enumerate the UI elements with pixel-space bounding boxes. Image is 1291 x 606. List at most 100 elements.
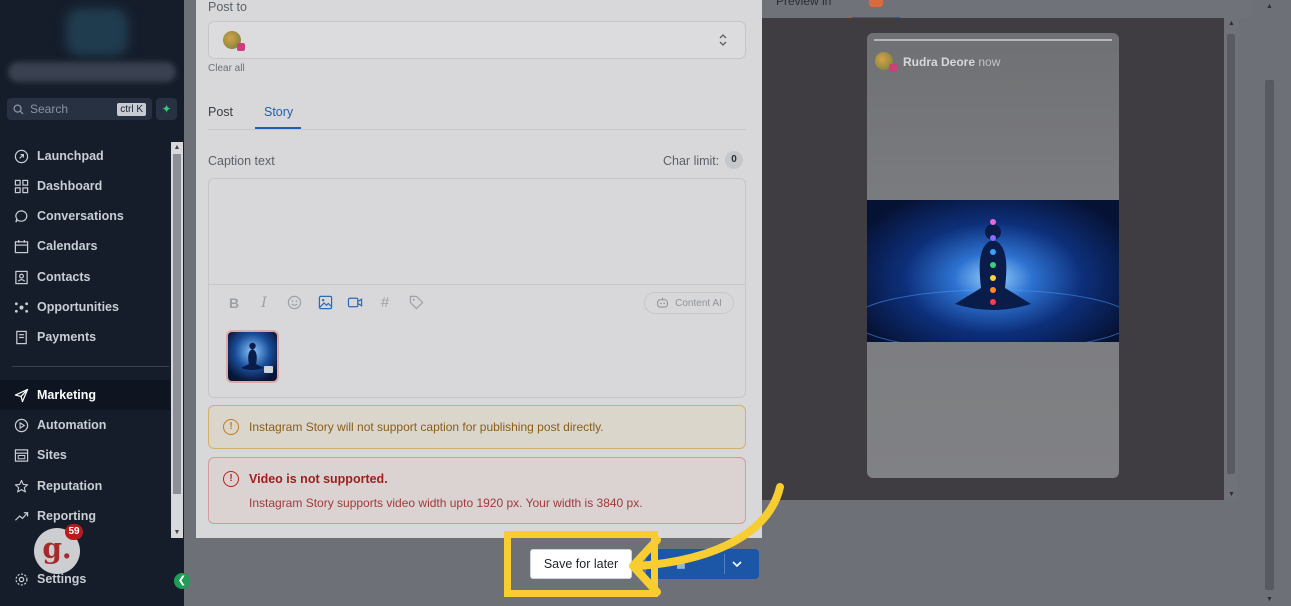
warning-text: Instagram Story will not support caption…: [249, 420, 604, 434]
contact-card-icon: [15, 270, 28, 284]
tab-story[interactable]: Story: [264, 105, 293, 119]
scroll-down-arrow-icon[interactable]: ▼: [1228, 491, 1235, 498]
emoji-icon[interactable]: [286, 295, 302, 311]
sidebar-item-label: Reporting: [37, 509, 97, 523]
sidebar-divider: [12, 366, 169, 367]
sidebar-item-label: Launchpad: [37, 149, 104, 163]
sidebar-item-label: Sites: [37, 448, 67, 462]
scroll-up-arrow-icon[interactable]: ▲: [1266, 3, 1273, 10]
sidebar-item-payments[interactable]: Payments: [0, 322, 170, 352]
search-input[interactable]: Search ctrl K: [7, 98, 152, 120]
browser-icon: [14, 448, 29, 462]
error-detail: Instagram Story supports video width upt…: [249, 496, 643, 510]
sidebar-item-sites[interactable]: Sites: [0, 440, 170, 470]
sidebar-item-reporting[interactable]: Reporting: [0, 501, 170, 531]
sidebar-item-automation[interactable]: Automation: [0, 410, 170, 440]
sidebar-item-label: Opportunities: [37, 300, 119, 314]
caption-editor[interactable]: [208, 178, 746, 398]
pipeline-icon: [14, 301, 29, 313]
sidebar-item-label: Payments: [37, 330, 97, 344]
split-divider: [724, 554, 725, 574]
tab-divider: [208, 129, 746, 130]
preview-header: [762, 0, 1252, 18]
scroll-up-arrow-icon[interactable]: ▲: [1228, 20, 1235, 27]
play-circle-icon: [14, 418, 29, 432]
robot-icon: [657, 297, 669, 308]
location-switcher[interactable]: [8, 62, 176, 82]
chat-bubble-icon: [15, 209, 28, 222]
sidebar-item-contacts[interactable]: Contacts: [0, 262, 170, 292]
scroll-down-arrow-icon[interactable]: ▼: [1266, 596, 1273, 603]
lightning-icon[interactable]: ✦: [156, 98, 177, 120]
notification-badge: 59: [65, 524, 83, 540]
warning-icon: !: [223, 419, 239, 435]
preview-scrollbar[interactable]: ▲ ▼: [1224, 18, 1238, 500]
page-scrollbar[interactable]: ▲ ▼: [1262, 0, 1276, 606]
sidebar-item-settings[interactable]: Settings: [0, 564, 170, 594]
tab-post[interactable]: Post: [208, 105, 233, 119]
instagram-preview-tab-icon[interactable]: [869, 0, 883, 7]
chevron-down-icon[interactable]: [730, 555, 744, 573]
company-logo[interactable]: [66, 8, 128, 56]
trend-up-icon: [14, 511, 29, 521]
search-shortcut: ctrl K: [117, 102, 146, 116]
sidebar-item-calendars[interactable]: Calendars: [0, 231, 170, 261]
sidebar-item-label: Calendars: [37, 239, 98, 253]
sidebar-item-opportunities[interactable]: Opportunities: [0, 292, 170, 322]
content-ai-button[interactable]: Content AI: [644, 292, 734, 314]
content-ai-label: Content AI: [675, 297, 722, 309]
attached-media-thumbnail[interactable]: [226, 330, 279, 383]
char-limit-label: Char limit:: [663, 154, 720, 168]
sidebar-item-dashboard[interactable]: Dashboard: [0, 171, 170, 201]
sidebar-item-reputation[interactable]: Reputation: [0, 471, 170, 501]
sidebar-scrollbar[interactable]: ▲ ▼: [171, 142, 183, 538]
hashtag-icon[interactable]: #: [377, 295, 393, 311]
video-error-alert: ! Video is not supported. Instagram Stor…: [208, 457, 746, 524]
sidebar-item-label: Contacts: [37, 270, 91, 284]
preview-scroll-thumb[interactable]: [1227, 34, 1235, 474]
paper-plane-icon: [14, 388, 29, 402]
grid-icon: [14, 179, 29, 193]
account-select[interactable]: [208, 21, 746, 59]
schedule-split-button[interactable]: ◼: [646, 549, 759, 579]
sidebar-item-marketing[interactable]: Marketing: [0, 380, 170, 410]
meditation-figure-image: [241, 342, 273, 373]
sidebar-item-label: Dashboard: [37, 179, 103, 193]
sidebar-item-launchpad[interactable]: Launchpad: [0, 141, 170, 171]
chevron-up-down-icon: [719, 34, 727, 46]
page-scroll-thumb[interactable]: [1265, 80, 1274, 590]
scroll-down-arrow-icon[interactable]: ▼: [171, 529, 183, 536]
clear-all-link[interactable]: Clear all: [208, 63, 245, 74]
error-icon: !: [223, 471, 239, 487]
tag-icon[interactable]: [408, 295, 424, 311]
sidebar-scroll-thumb[interactable]: [173, 154, 181, 494]
story-progress-bar: [874, 39, 1112, 41]
sidebar-item-label: Settings: [37, 572, 87, 586]
story-preview-card: Rudra Deore now: [867, 33, 1119, 478]
scroll-up-arrow-icon[interactable]: ▲: [171, 144, 183, 151]
editor-toolbar-divider: [209, 284, 745, 285]
story-media-image: [867, 200, 1119, 351]
preview-heading: Preview in: [776, 0, 832, 8]
instagram-icon: [889, 64, 897, 72]
search-placeholder: Search: [30, 102, 69, 116]
image-icon[interactable]: [317, 295, 333, 311]
bold-icon[interactable]: B: [226, 295, 242, 311]
post-to-label: Post to: [208, 0, 247, 14]
sidebar-item-conversations[interactable]: Conversations: [0, 201, 170, 231]
instagram-icon: [237, 43, 245, 51]
primary-action-label: ◼: [676, 557, 686, 571]
char-limit-count: 0: [725, 151, 743, 169]
save-for-later-button[interactable]: Save for later: [530, 549, 632, 579]
caption-warning-alert: ! Instagram Story will not support capti…: [208, 405, 746, 449]
preview-user-name: Rudra Deore: [903, 55, 976, 69]
search-icon: [13, 103, 24, 115]
sidebar: Search ctrl K ✦ Launchpad Dashboard Conv…: [0, 0, 190, 606]
caption-label: Caption text: [208, 154, 275, 168]
sidebar-item-label: Automation: [37, 418, 107, 432]
video-icon[interactable]: [347, 295, 363, 311]
error-title: Video is not supported.: [249, 472, 388, 486]
italic-icon[interactable]: I: [256, 295, 272, 311]
active-tab-indicator: [255, 127, 301, 129]
collapse-sidebar-icon[interactable]: ❮: [174, 573, 190, 589]
